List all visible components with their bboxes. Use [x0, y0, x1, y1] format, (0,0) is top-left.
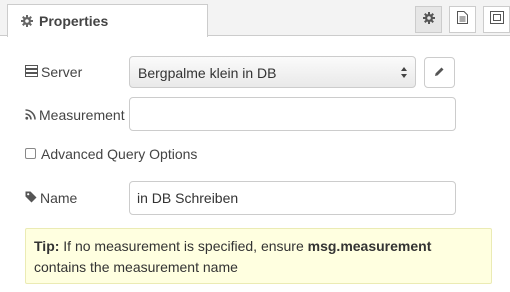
gear-icon: [422, 11, 435, 29]
tab-bar: Properties: [0, 0, 510, 37]
measurement-label: Measurement: [25, 107, 125, 123]
settings-button[interactable]: [415, 6, 442, 33]
gear-icon: [21, 14, 33, 32]
tip-text-1: If no measurement is specified, ensure: [59, 238, 308, 254]
name-input[interactable]: [129, 181, 456, 215]
tag-icon: [25, 190, 40, 206]
select-arrows-icon: [400, 66, 408, 84]
tip-code: msg.measurement: [307, 238, 432, 254]
pencil-icon: [434, 64, 445, 82]
tip-prefix: Tip:: [34, 238, 60, 254]
name-label-text: Name: [40, 190, 78, 206]
document-icon: [457, 10, 468, 29]
rss-icon: [25, 107, 39, 123]
server-label-text: Server: [41, 64, 83, 80]
measurement-input[interactable]: [129, 97, 456, 131]
server-label: Server: [25, 64, 82, 80]
name-label: Name: [25, 190, 77, 206]
server-select-value: Bergpalme klein in DB: [138, 65, 277, 81]
tip-text-2: contains the measurement name: [34, 259, 238, 275]
advanced-query-checkbox[interactable]: [25, 148, 36, 159]
measurement-label-text: Measurement: [39, 107, 125, 123]
description-button[interactable]: [449, 6, 476, 33]
server-icon: [25, 64, 41, 80]
appearance-button[interactable]: [483, 6, 510, 33]
tip-box: Tip: If no measurement is specified, ens…: [25, 228, 492, 284]
tab-properties[interactable]: Properties: [7, 4, 208, 37]
tab-label: Properties: [39, 13, 109, 29]
advanced-query-label: Advanced Query Options: [41, 146, 198, 162]
frame-icon: [489, 10, 504, 29]
server-select[interactable]: Bergpalme klein in DB: [129, 56, 416, 88]
edit-server-button[interactable]: [424, 57, 455, 88]
